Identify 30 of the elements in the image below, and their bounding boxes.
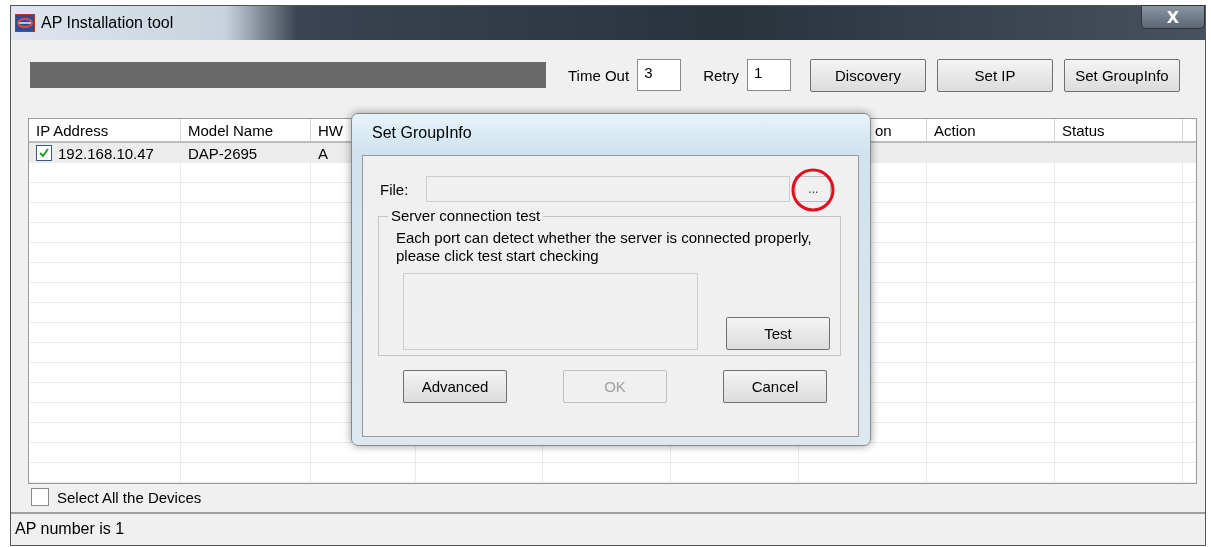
column-header[interactable]: Status [1055,119,1183,141]
table-cell: DAP-2695 [188,144,258,162]
test-button[interactable]: Test [726,317,830,350]
timeout-field[interactable]: 3 [637,59,682,91]
select-all-checkbox[interactable] [31,488,49,506]
window-title: AP Installation tool [41,14,174,32]
description-text: Each port can detect whether the server is connected properly, please click test start checking [396,229,813,265]
dialog-button[interactable]: Advanced [403,370,507,403]
timeout-label: Time Out [568,66,630,84]
dialog-button[interactable]: Cancel [723,370,827,403]
retry-field[interactable]: 1 [746,59,791,91]
browse-button[interactable]: ... [795,176,832,202]
table-cell: 192.168.10.47 [58,144,154,162]
retry-label: Retry [703,66,739,84]
table-cell: A [318,144,328,162]
group-title: Server connection test [388,207,544,224]
toolbar-button[interactable]: Discovery [809,58,926,92]
toolbar-button[interactable]: Set IP [936,58,1053,92]
column-header[interactable]: Model Name [181,119,311,141]
close-button[interactable]: X [1141,5,1205,29]
column-header[interactable]: Action [927,119,1055,141]
select-all-label: Select All the Devices [57,488,202,506]
app-icon [15,14,35,32]
column-header[interactable]: IP Address [29,119,181,141]
file-label: File: [380,180,409,198]
file-field[interactable] [426,176,791,202]
toolbar-button[interactable]: Set GroupInfo [1063,58,1180,92]
dialog-title: Set GroupInfo [371,123,473,143]
status-bar: AP number is 1 [11,512,1205,543]
row-checkbox[interactable] [36,145,52,161]
